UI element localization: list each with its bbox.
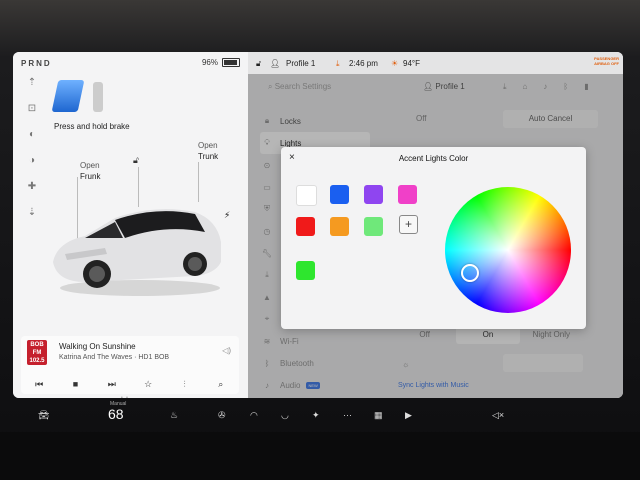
equalizer-icon[interactable]: ⫶ — [174, 379, 194, 390]
arrow-down-icon[interactable]: ⇣ — [22, 204, 42, 220]
page-dots: • • — [121, 395, 129, 398]
frunk-label: Frunk — [80, 172, 101, 181]
battery-icon — [222, 58, 240, 67]
media-app-icon[interactable]: ▶︎ — [405, 410, 412, 421]
bottom-dock: 🚘︎ ♨︎ ✇ ◠ ◡ ✦ ··· ▦ ▶︎ ◁× — [0, 400, 640, 432]
defrost-front-icon[interactable]: ◠ — [250, 410, 258, 421]
brake-prompt: Press and hold brake — [54, 122, 130, 131]
battery-fill — [224, 60, 238, 65]
battery-percent: 96% — [201, 58, 218, 67]
arrow-up-icon[interactable]: ⇡ — [22, 74, 42, 90]
search-icon[interactable]: ⌕ — [211, 379, 231, 390]
color-wheel[interactable] — [445, 187, 571, 313]
open-frunk-button[interactable]: Open Frunk — [80, 160, 100, 182]
profile-icon[interactable]: 👤︎ — [270, 59, 280, 68]
song-title: Walking On Sunshine — [59, 342, 136, 351]
stop-icon[interactable]: ■ — [65, 379, 85, 390]
next-icon[interactable]: ⏭︎ — [102, 379, 122, 390]
seatbelt-icon[interactable]: ✚ — [22, 178, 42, 194]
favorite-icon[interactable]: ☆ — [138, 379, 158, 390]
clock-time: 2:46 pm — [349, 59, 378, 68]
color-swatch[interactable] — [330, 185, 349, 204]
accent-lights-modal: × Accent Lights Color + — [281, 147, 586, 329]
color-swatch[interactable] — [398, 185, 417, 204]
unlock-icon[interactable]: 🔓︎ — [133, 155, 139, 166]
station-logo: BOB FM 102.5 — [27, 340, 47, 365]
status-bar: 🔓︎ 👤︎ Profile 1 ⤓ 2:46 pm ☀︎ 94°F PASSEN… — [248, 52, 623, 74]
seat-heater-icon[interactable]: ♨︎ — [170, 410, 178, 421]
defrost-rear-icon[interactable]: ◡ — [281, 410, 289, 421]
color-swatch[interactable] — [296, 261, 315, 280]
trunk-label: Trunk — [198, 152, 219, 161]
trunk-open-label: Open — [198, 141, 218, 150]
color-swatch[interactable] — [364, 217, 383, 236]
headlight-icon[interactable]: ◐ — [22, 126, 42, 142]
color-swatch[interactable] — [364, 185, 383, 204]
touchscreen: PRND 96% ⇡ ⊡ ◐ ◑ ✚ ⇣ Press and hold brak… — [13, 52, 623, 398]
car-panel: PRND 96% ⇡ ⊡ ◐ ◑ ✚ ⇣ Press and hold brak… — [13, 52, 248, 398]
car-icon[interactable]: 🚘︎ — [38, 410, 49, 421]
topbar-profile[interactable]: Profile 1 — [286, 59, 315, 68]
color-swatch[interactable] — [296, 185, 317, 206]
passenger-airbag-line2: AIRBAG OFF — [594, 61, 619, 66]
open-trunk-button[interactable]: Open Trunk — [198, 140, 218, 162]
fog-light-icon[interactable]: ◑ — [22, 152, 42, 168]
cabin-temperature[interactable]: 68 — [108, 406, 124, 422]
lower-bezel — [0, 432, 640, 480]
battery-status: 96% — [202, 58, 240, 67]
volume-icon[interactable]: ◁) — [222, 346, 231, 355]
color-wheel-handle[interactable] — [461, 264, 479, 282]
previous-icon[interactable]: ⏮︎ — [29, 379, 49, 390]
gear-selector[interactable]: PRND — [21, 59, 52, 68]
add-color-button[interactable]: + — [399, 215, 418, 234]
mute-icon[interactable]: ◁× — [492, 410, 504, 421]
lock-status-icon[interactable]: 🔓︎ — [256, 59, 261, 69]
color-swatch[interactable] — [330, 217, 349, 236]
media-controls: ⏮︎ ■ ⏭︎ ☆ ⫶ ⌕ — [21, 379, 239, 390]
calendar-icon[interactable]: ▦ — [374, 410, 383, 421]
car-render — [53, 209, 221, 296]
frunk-open-label: Open — [80, 161, 100, 170]
media-player: BOB FM 102.5 Walking On Sunshine Katrina… — [21, 336, 239, 394]
modal-title: Accent Lights Color — [398, 154, 469, 163]
sun-icon: ☀︎ — [391, 59, 399, 68]
accelerator-pedal-icon — [93, 82, 103, 112]
passenger-airbag-status: PASSENGER AIRBAG OFF — [594, 56, 619, 66]
car-top-icon[interactable]: ⊡ — [22, 100, 42, 116]
more-icon[interactable]: ··· — [343, 410, 352, 420]
color-swatch[interactable] — [296, 217, 315, 236]
brake-pedal-icon — [51, 80, 85, 112]
left-rail: ⇡ ⊡ ◐ ◑ ✚ ⇣ — [19, 74, 45, 254]
app-launcher-icon[interactable]: ✦ — [312, 410, 320, 421]
song-artist: Katrina And The Waves · HD1 BOB — [59, 354, 170, 361]
download-icon[interactable]: ⤓ — [336, 59, 340, 69]
fan-icon[interactable]: ✇ — [218, 410, 226, 421]
outside-temp: 94°F — [403, 59, 420, 68]
